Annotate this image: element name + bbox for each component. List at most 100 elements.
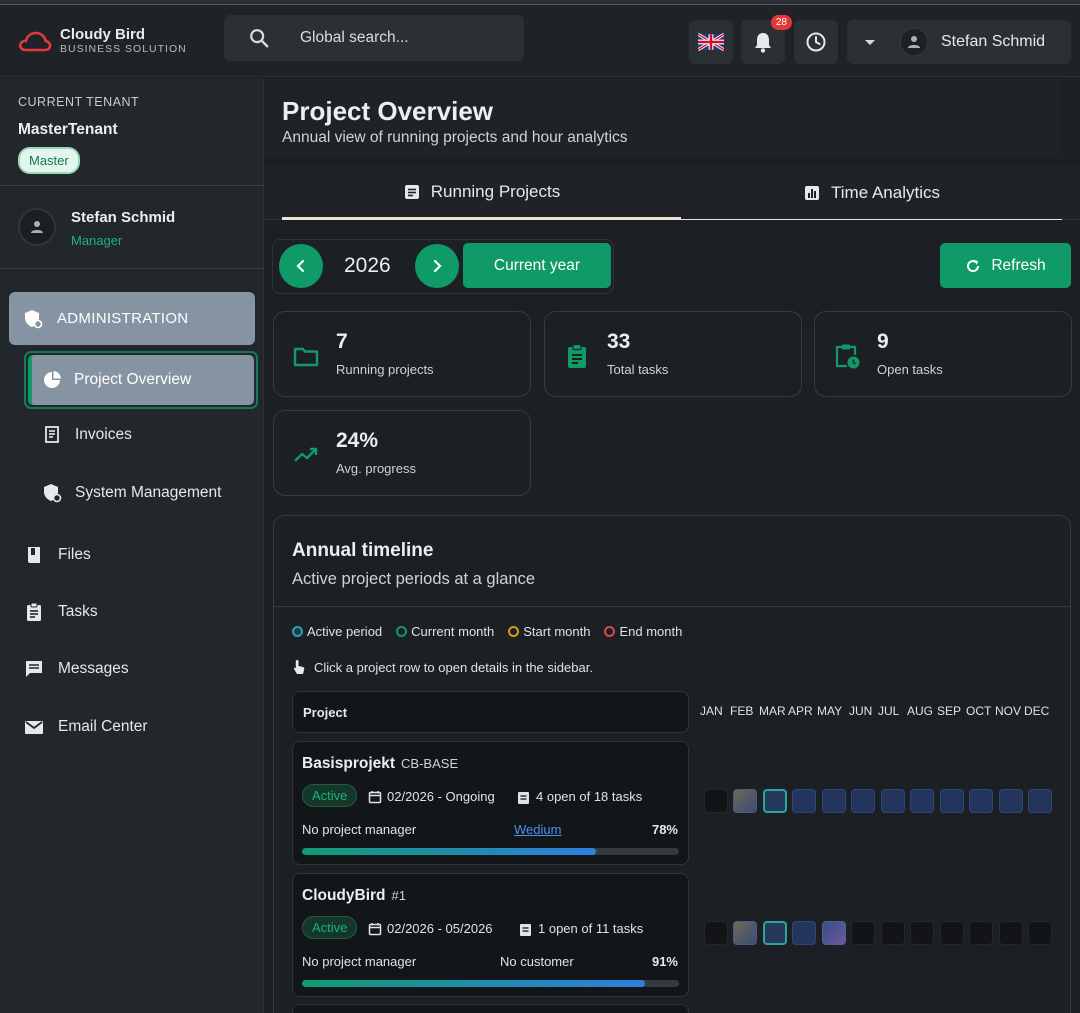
month-cell-may[interactable] xyxy=(822,921,846,945)
tenant-chip[interactable]: Master xyxy=(18,147,80,174)
sidebar-item-messages[interactable]: Messages xyxy=(24,659,129,679)
month-cell-feb[interactable] xyxy=(733,789,757,813)
month-cell-jul[interactable] xyxy=(881,921,905,945)
month-cell-nov[interactable] xyxy=(999,921,1023,945)
project-progress-percent: 78% xyxy=(651,822,678,837)
month-cell-mar[interactable] xyxy=(763,789,787,813)
stat-label: Avg. progress xyxy=(336,461,416,476)
month-cell-sep[interactable] xyxy=(940,921,964,945)
sidebar-item-label: Email Center xyxy=(58,718,148,735)
month-label: MAR xyxy=(759,704,786,718)
tab-running-projects[interactable]: Running Projects xyxy=(282,166,681,220)
month-cell-dec[interactable] xyxy=(1028,789,1052,813)
legend-swatch xyxy=(292,626,303,637)
refresh-button[interactable]: Refresh xyxy=(940,243,1071,288)
current-year-label: Current year xyxy=(493,256,581,274)
person-icon xyxy=(31,221,43,233)
message-icon xyxy=(26,661,42,677)
month-cell-oct[interactable] xyxy=(969,789,993,813)
month-cell-jan[interactable] xyxy=(704,789,728,813)
notifications-button[interactable]: 28 xyxy=(741,15,792,64)
sidebar-item-system-management[interactable]: System Management xyxy=(42,483,221,503)
project-row[interactable]: CloudyBird #1 Active 02/2026 - 05/2026 1 … xyxy=(292,873,689,997)
project-name: Basisprojekt xyxy=(302,755,396,772)
previous-year-button[interactable] xyxy=(279,244,323,288)
project-title: CloudyBird #1 xyxy=(302,887,406,905)
month-cell-apr[interactable] xyxy=(792,789,816,813)
month-cell-aug[interactable] xyxy=(910,921,934,945)
month-header-row: JAN FEB MAR APR MAY JUN JUL AUG SEP OCT NOV DEC xyxy=(700,704,1062,720)
project-column-header: Project xyxy=(292,691,689,733)
month-cell-oct[interactable] xyxy=(969,921,993,945)
month-cell-may[interactable] xyxy=(822,789,846,813)
bar-chart-icon xyxy=(805,185,820,200)
tab-time-analytics[interactable]: Time Analytics xyxy=(681,166,1062,220)
header-user-name: Stefan Schmid xyxy=(941,33,1046,50)
month-cell-feb[interactable] xyxy=(733,921,757,945)
project-manager: No project manager xyxy=(302,954,417,969)
cloud-logo-icon xyxy=(18,31,52,52)
page-header: Project Overview Annual view of running … xyxy=(264,78,1062,158)
month-cell-jan[interactable] xyxy=(704,921,728,945)
stat-card-running-projects: 7 Running projects xyxy=(273,311,531,397)
user-menu[interactable]: Stefan Schmid xyxy=(847,20,1071,64)
month-cell-jun[interactable] xyxy=(851,789,875,813)
shield-gear-icon xyxy=(25,309,43,328)
brand-name: Cloudy Bird xyxy=(60,26,145,43)
status-badge: Active xyxy=(302,784,358,807)
uk-flag-icon xyxy=(698,33,724,51)
legend-label: Active period xyxy=(307,624,383,639)
project-row[interactable]: Basisprojekt CB-BASE Active 02/2026 - Ong… xyxy=(292,741,689,865)
clipboard-icon xyxy=(568,343,586,368)
chevron-left-icon xyxy=(296,259,305,273)
project-code: #1 xyxy=(391,888,406,903)
legend-item-end-month: End month xyxy=(604,624,682,639)
selected-year: 2026 xyxy=(344,254,391,277)
sidebar-item-tasks[interactable]: Tasks xyxy=(24,602,98,622)
month-cell-apr[interactable] xyxy=(792,921,816,945)
hint-text: Click a project row to open details in t… xyxy=(314,659,593,675)
month-cell-mar[interactable] xyxy=(763,921,787,945)
sidebar-item-email-center[interactable]: Email Center xyxy=(24,717,148,737)
sidebar-user-name: Stefan Schmid xyxy=(71,209,176,226)
shield-gear-icon xyxy=(44,484,62,503)
sidebar-item-label: Files xyxy=(58,546,91,563)
search-input[interactable]: Global search... xyxy=(300,29,409,47)
legend-swatch xyxy=(604,626,616,637)
next-year-button[interactable] xyxy=(415,244,459,288)
month-cell-jun[interactable] xyxy=(851,921,875,945)
month-cell-dec[interactable] xyxy=(1028,921,1052,945)
clipboard-icon xyxy=(27,602,41,621)
trending-up-icon xyxy=(294,447,318,462)
sidebar-item-invoices[interactable]: Invoices xyxy=(42,425,132,445)
search-icon xyxy=(250,29,269,48)
sidebar-item-label: Invoices xyxy=(75,426,132,443)
history-button[interactable] xyxy=(794,20,838,64)
book-icon xyxy=(28,547,40,563)
month-label: DEC xyxy=(1024,704,1050,718)
sidebar-section-administration[interactable]: ADMINISTRATION xyxy=(9,292,255,345)
global-search[interactable]: Global search... xyxy=(224,15,524,61)
project-row[interactable] xyxy=(292,1004,689,1013)
status-badge: Active xyxy=(302,916,358,939)
brand-logo[interactable]: Cloudy Bird BUSINESS SOLUTION xyxy=(18,27,187,55)
clipboard-clock-icon xyxy=(835,344,860,369)
project-customer-link[interactable]: Wedium xyxy=(514,822,561,837)
timeline-title: Annual timeline xyxy=(292,540,434,561)
month-label: OCT xyxy=(966,704,992,718)
project-customer: No customer xyxy=(500,954,574,969)
month-cell-nov[interactable] xyxy=(999,789,1023,813)
sidebar-avatar xyxy=(18,208,56,246)
current-year-button[interactable]: Current year xyxy=(463,243,611,288)
month-cell-jul[interactable] xyxy=(881,789,905,813)
sidebar-section-label: ADMINISTRATION xyxy=(57,310,189,327)
language-button[interactable] xyxy=(689,20,733,64)
month-cell-sep[interactable] xyxy=(940,789,964,813)
project-tasks: 4 open of 18 tasks xyxy=(517,789,642,804)
sidebar-item-project-overview[interactable]: Project Overview xyxy=(24,351,258,409)
legend-swatch xyxy=(508,626,520,637)
sidebar-item-files[interactable]: Files xyxy=(24,545,91,565)
project-period-text: 02/2026 - 05/2026 xyxy=(387,921,493,936)
month-cell-aug[interactable] xyxy=(910,789,934,813)
tenant-label: CURRENT TENANT xyxy=(18,95,140,109)
